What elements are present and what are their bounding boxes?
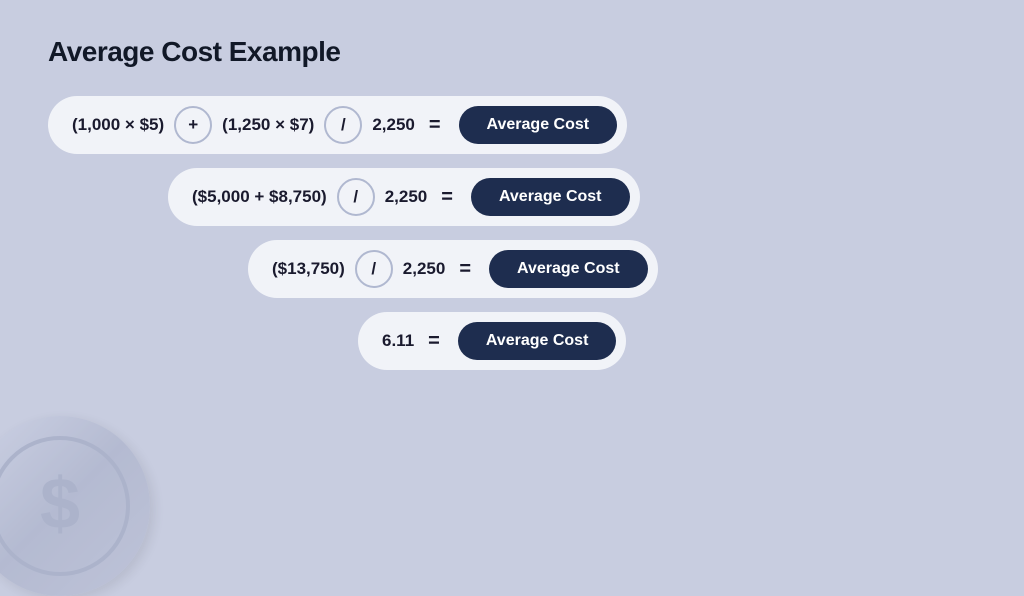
eq3-divisor: 2,250	[403, 259, 446, 279]
equation-row-1: (1,000 × $5) + (1,250 × $7) / 2,250 = Av…	[48, 96, 627, 154]
eq1-part1: (1,000 × $5)	[72, 115, 164, 135]
equation-row-3: ($13,750) / 2,250 = Average Cost	[248, 240, 658, 298]
eq2-divide-operator: /	[337, 178, 375, 216]
eq3-part1: ($13,750)	[272, 259, 345, 279]
eq3-divide-operator: /	[355, 250, 393, 288]
coin-illustration: $	[0, 396, 170, 596]
eq2-divisor: 2,250	[385, 187, 428, 207]
eq4-value: 6.11	[382, 331, 414, 351]
equations-container: (1,000 × $5) + (1,250 × $7) / 2,250 = Av…	[48, 96, 976, 370]
eq1-plus-operator: +	[174, 106, 212, 144]
equation-row-2: ($5,000 + $8,750) / 2,250 = Average Cost	[168, 168, 640, 226]
coin-symbol: $	[40, 468, 80, 540]
eq2-equals: =	[441, 186, 453, 209]
eq3-equals: =	[459, 258, 471, 281]
equation-row-4: 6.11 = Average Cost	[358, 312, 626, 370]
eq1-equals: =	[429, 114, 441, 137]
eq4-equals: =	[428, 330, 440, 353]
page-title: Average Cost Example	[48, 36, 976, 68]
eq4-result-badge: Average Cost	[458, 322, 617, 360]
eq1-part2: (1,250 × $7)	[222, 115, 314, 135]
eq1-divide-operator: /	[324, 106, 362, 144]
page-container: $ Average Cost Example (1,000 × $5) + (1…	[0, 0, 1024, 576]
eq2-part1: ($5,000 + $8,750)	[192, 187, 327, 207]
coin-inner: $	[0, 436, 130, 576]
eq3-result-badge: Average Cost	[489, 250, 648, 288]
coin-outer: $	[0, 416, 150, 596]
eq1-result-badge: Average Cost	[459, 106, 618, 144]
eq2-result-badge: Average Cost	[471, 178, 630, 216]
eq1-divisor: 2,250	[372, 115, 415, 135]
